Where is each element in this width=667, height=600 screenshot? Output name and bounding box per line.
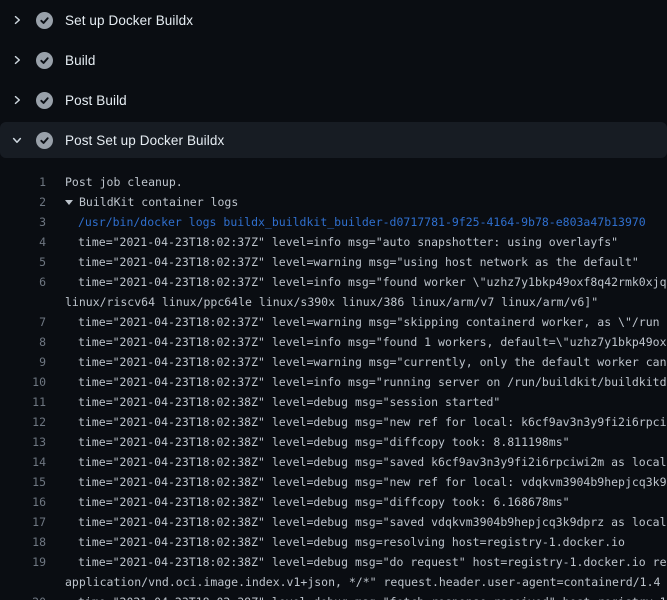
log-text: time="2021-04-23T18:02:37Z" level=info m… bbox=[46, 232, 618, 252]
line-number[interactable]: 14 bbox=[0, 452, 46, 472]
line-number[interactable]: 1 bbox=[0, 172, 46, 192]
log-text: time="2021-04-23T18:02:37Z" level=info m… bbox=[46, 272, 667, 292]
log-text: time="2021-04-23T18:02:38Z" level=debug … bbox=[46, 392, 500, 412]
log-text: time="2021-04-23T18:02:38Z" level=debug … bbox=[46, 512, 667, 532]
chevron-right-icon bbox=[10, 14, 24, 26]
line-number[interactable]: 16 bbox=[0, 492, 46, 512]
line-number[interactable]: 12 bbox=[0, 412, 46, 432]
log-text: time="2021-04-23T18:02:38Z" level=debug … bbox=[46, 432, 570, 452]
log-text: time="2021-04-23T18:02:38Z" level=debug … bbox=[46, 412, 667, 432]
log-group-header[interactable]: BuildKit container logs bbox=[46, 192, 238, 212]
log-line: 10time="2021-04-23T18:02:37Z" level=info… bbox=[0, 372, 667, 392]
log-command-text: /usr/bin/docker logs buildx_buildkit_bui… bbox=[46, 212, 646, 232]
log-text: linux/riscv64 linux/ppc64le linux/s390x … bbox=[46, 292, 598, 312]
chevron-right-icon bbox=[10, 54, 24, 66]
check-circle-icon bbox=[36, 52, 53, 69]
line-number[interactable]: 6 bbox=[0, 272, 46, 292]
log-text: time="2021-04-23T18:02:38Z" level=debug … bbox=[46, 532, 625, 552]
log-text: time="2021-04-23T18:02:38Z" level=debug … bbox=[46, 552, 667, 572]
line-number[interactable]: 8 bbox=[0, 332, 46, 352]
line-number[interactable]: 5 bbox=[0, 252, 46, 272]
step-build[interactable]: Build bbox=[0, 40, 667, 80]
step-post-build[interactable]: Post Build bbox=[0, 80, 667, 120]
log-line: 15time="2021-04-23T18:02:38Z" level=debu… bbox=[0, 472, 667, 492]
log-text: time="2021-04-23T18:02:38Z" level=debug … bbox=[46, 472, 667, 492]
log-line: 5time="2021-04-23T18:02:37Z" level=warni… bbox=[0, 252, 667, 272]
step-label: Post Build bbox=[65, 93, 127, 108]
log-line: 20time="2021-04-23T18:02:38Z" level=debu… bbox=[0, 592, 667, 600]
log-line: 7time="2021-04-23T18:02:37Z" level=warni… bbox=[0, 312, 667, 332]
log-line: 4time="2021-04-23T18:02:37Z" level=info … bbox=[0, 232, 667, 252]
line-number[interactable]: 15 bbox=[0, 472, 46, 492]
chevron-right-icon bbox=[10, 94, 24, 106]
log-line: 18time="2021-04-23T18:02:38Z" level=debu… bbox=[0, 532, 667, 552]
log-text: time="2021-04-23T18:02:37Z" level=warnin… bbox=[46, 252, 639, 272]
chevron-down-icon bbox=[10, 134, 24, 146]
line-number[interactable]: 18 bbox=[0, 532, 46, 552]
log-line: 14time="2021-04-23T18:02:38Z" level=debu… bbox=[0, 452, 667, 472]
step-label: Post Set up Docker Buildx bbox=[65, 133, 224, 148]
log-line: 16time="2021-04-23T18:02:38Z" level=debu… bbox=[0, 492, 667, 512]
line-number[interactable]: 11 bbox=[0, 392, 46, 412]
line-number[interactable]: 19 bbox=[0, 552, 46, 572]
line-number bbox=[0, 572, 46, 592]
step-label: Build bbox=[65, 53, 96, 68]
line-number[interactable]: 20 bbox=[0, 592, 46, 600]
log-line: 9time="2021-04-23T18:02:37Z" level=warni… bbox=[0, 352, 667, 372]
log-line: application/vnd.oci.image.index.v1+json,… bbox=[0, 572, 667, 592]
log-line: 1Post job cleanup. bbox=[0, 172, 667, 192]
log-text: time="2021-04-23T18:02:37Z" level=info m… bbox=[46, 332, 667, 352]
log-line: 2 BuildKit container logs bbox=[0, 192, 667, 212]
log-line: 12time="2021-04-23T18:02:38Z" level=debu… bbox=[0, 412, 667, 432]
line-number bbox=[0, 292, 46, 312]
log-line: 8time="2021-04-23T18:02:37Z" level=info … bbox=[0, 332, 667, 352]
step-label: Set up Docker Buildx bbox=[65, 13, 193, 28]
log-text: application/vnd.oci.image.index.v1+json,… bbox=[46, 572, 660, 592]
log-line: 6time="2021-04-23T18:02:37Z" level=info … bbox=[0, 272, 667, 292]
log-text: time="2021-04-23T18:02:38Z" level=debug … bbox=[46, 492, 570, 512]
log-line: 17time="2021-04-23T18:02:38Z" level=debu… bbox=[0, 512, 667, 532]
line-number[interactable]: 2 bbox=[0, 192, 46, 212]
log-line: 13time="2021-04-23T18:02:38Z" level=debu… bbox=[0, 432, 667, 452]
log-line: linux/riscv64 linux/ppc64le linux/s390x … bbox=[0, 292, 667, 312]
line-number[interactable]: 10 bbox=[0, 372, 46, 392]
log-text: time="2021-04-23T18:02:37Z" level=warnin… bbox=[46, 352, 667, 372]
check-circle-icon bbox=[36, 12, 53, 29]
log-line: 3/usr/bin/docker logs buildx_buildkit_bu… bbox=[0, 212, 667, 232]
line-number[interactable]: 13 bbox=[0, 432, 46, 452]
check-circle-icon bbox=[36, 92, 53, 109]
log-group-label: BuildKit container logs bbox=[79, 195, 238, 209]
log-text: time="2021-04-23T18:02:37Z" level=info m… bbox=[46, 372, 667, 392]
log-line: 19time="2021-04-23T18:02:38Z" level=debu… bbox=[0, 552, 667, 572]
log-text: time="2021-04-23T18:02:37Z" level=warnin… bbox=[46, 312, 660, 332]
log-line: 11time="2021-04-23T18:02:38Z" level=debu… bbox=[0, 392, 667, 412]
line-number[interactable]: 17 bbox=[0, 512, 46, 532]
log-body: 1Post job cleanup.2 BuildKit container lo… bbox=[0, 160, 667, 600]
log-text: Post job cleanup. bbox=[46, 172, 183, 192]
collapse-triangle-icon bbox=[65, 200, 73, 205]
log-text: time="2021-04-23T18:02:38Z" level=debug … bbox=[46, 452, 667, 472]
log-text: time="2021-04-23T18:02:38Z" level=debug … bbox=[46, 592, 667, 600]
step-post-set-up-docker-buildx[interactable]: Post Set up Docker Buildx bbox=[0, 122, 667, 158]
line-number[interactable]: 7 bbox=[0, 312, 46, 332]
line-number[interactable]: 3 bbox=[0, 212, 46, 232]
line-number[interactable]: 9 bbox=[0, 352, 46, 372]
line-number[interactable]: 4 bbox=[0, 232, 46, 252]
check-circle-icon bbox=[36, 132, 53, 149]
step-set-up-docker-buildx[interactable]: Set up Docker Buildx bbox=[0, 0, 667, 40]
